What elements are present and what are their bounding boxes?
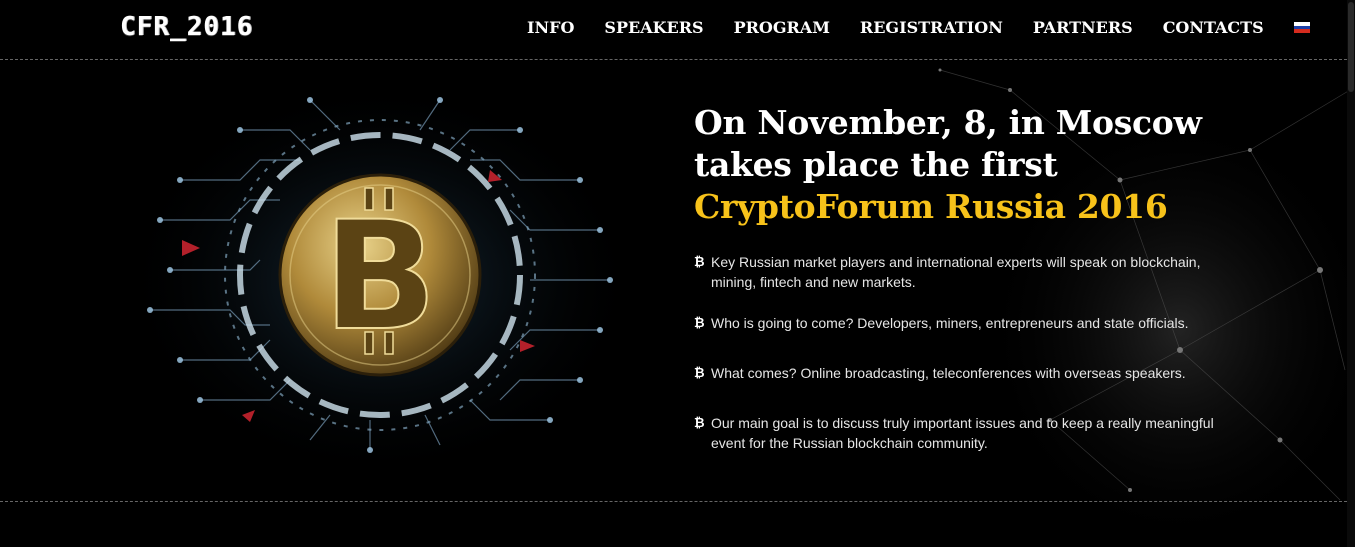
nav-speakers[interactable]: SPEAKERS bbox=[589, 18, 718, 37]
bullet-text: What comes? Online broadcasting, telecon… bbox=[711, 365, 1186, 381]
site-header: CFR_2016 INFO SPEAKERS PROGRAM REGISTRAT… bbox=[0, 0, 1347, 60]
main-nav: INFO SPEAKERS PROGRAM REGISTRATION PARTN… bbox=[512, 18, 1310, 37]
site-logo[interactable]: CFR_2016 bbox=[120, 12, 253, 42]
list-item: ₿ Who is going to come? Developers, mine… bbox=[694, 313, 1214, 333]
bitcoin-coin-illustration: B bbox=[120, 80, 640, 470]
section-divider bbox=[0, 501, 1347, 502]
nav-contacts[interactable]: CONTACTS bbox=[1148, 18, 1279, 37]
bullet-text: Who is going to come? Developers, miners… bbox=[711, 315, 1189, 331]
bitcoin-icon: ₿ bbox=[694, 365, 705, 380]
nav-registration[interactable]: REGISTRATION bbox=[845, 18, 1018, 37]
bitcoin-icon: ₿ bbox=[694, 254, 705, 269]
list-item: ₿ Key Russian market players and interna… bbox=[694, 252, 1214, 292]
bullet-text: Key Russian market players and internati… bbox=[711, 254, 1201, 290]
hero-title-line2: takes place the first bbox=[694, 145, 1058, 184]
bitcoin-icon: ₿ bbox=[694, 415, 705, 430]
nav-program[interactable]: PROGRAM bbox=[719, 18, 845, 37]
scrollbar[interactable] bbox=[1347, 0, 1355, 547]
nav-info[interactable]: INFO bbox=[512, 18, 589, 37]
hero-title-line1: On November, 8, in Moscow bbox=[694, 103, 1202, 142]
scrollbar-thumb[interactable] bbox=[1348, 2, 1354, 92]
nav-partners[interactable]: PARTNERS bbox=[1018, 18, 1148, 37]
russia-flag-icon[interactable] bbox=[1293, 22, 1310, 34]
svg-text:B: B bbox=[323, 190, 437, 364]
bullet-text: Our main goal is to discuss truly import… bbox=[711, 415, 1214, 451]
hero-title: On November, 8, in Moscow takes place th… bbox=[694, 102, 1202, 228]
hero-title-accent: CryptoForum Russia 2016 bbox=[694, 187, 1168, 226]
list-item: ₿ What comes? Online broadcasting, telec… bbox=[694, 363, 1214, 383]
bitcoin-icon: ₿ bbox=[694, 315, 705, 330]
list-item: ₿ Our main goal is to discuss truly impo… bbox=[694, 413, 1214, 453]
